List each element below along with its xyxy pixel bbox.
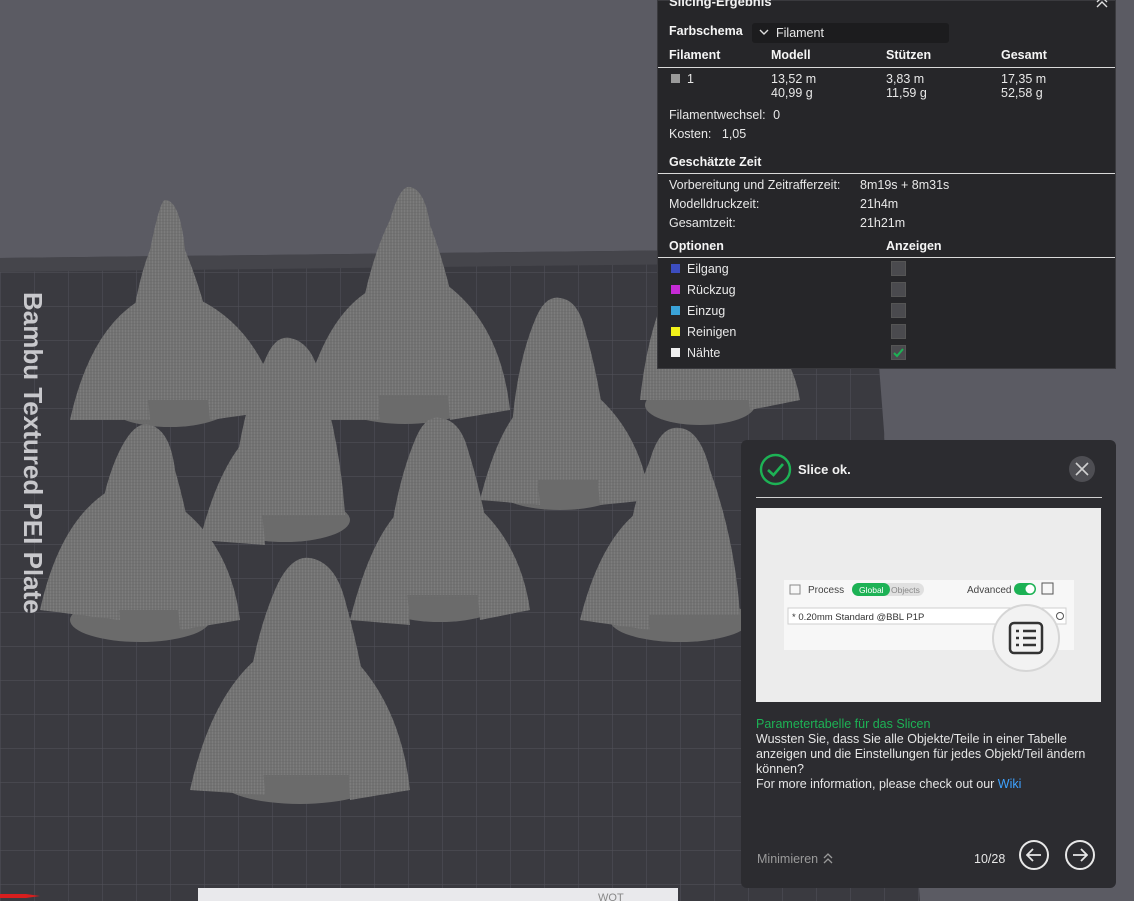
slicing-result-panel: Slicing-Ergebnis Farbschema Filament Fil… <box>657 0 1116 369</box>
cost-label: Kosten: <box>669 127 712 141</box>
show-unretract-checkbox[interactable] <box>891 303 906 318</box>
model-weight: 40,99 g <box>771 86 813 100</box>
retract-color-swatch <box>671 285 680 294</box>
filament-id: 1 <box>687 72 694 86</box>
tip-body: Wussten Sie, dass Sie alle Objekte/Teile… <box>756 732 1086 776</box>
minimize-button[interactable]: Minimieren <box>757 852 834 866</box>
more-info-text: For more information, please check out o… <box>756 777 995 791</box>
time-header: Geschätzte Zeit <box>669 155 762 169</box>
option-label: Einzug <box>687 304 726 318</box>
advanced-label: Advanced <box>967 585 1011 596</box>
panel-header: Slicing-Ergebnis <box>658 0 1115 18</box>
plate-label: Bambu Textured PEI Plate <box>18 292 48 614</box>
color-scheme-dropdown[interactable]: Filament <box>752 23 949 43</box>
seams-color-swatch <box>671 348 680 357</box>
preset-text: * 0.20mm Standard @BBL P1P <box>792 612 924 623</box>
divider <box>658 173 1115 174</box>
notification-title: Slice ok. <box>798 462 851 477</box>
model-usage: 13,52 m 40,99 g <box>771 72 816 100</box>
show-wipe-checkbox[interactable] <box>891 324 906 339</box>
support-usage: 3,83 m 11,59 g <box>886 72 927 100</box>
filament-changes-value: 0 <box>773 108 781 122</box>
option-seams: Nähte <box>671 346 720 360</box>
header-total: Gesamt <box>1001 48 1047 62</box>
total-length: 17,35 m <box>1001 72 1047 86</box>
global-label: Global <box>859 585 884 595</box>
option-label: Nähte <box>687 346 721 360</box>
checkmark-icon <box>893 348 904 358</box>
show-retract-checkbox[interactable] <box>891 282 906 297</box>
model-time-value: 21h4m <box>860 197 899 211</box>
panel-title: Slicing-Ergebnis <box>669 0 772 9</box>
option-wipe: Reinigen <box>671 325 736 339</box>
more-info: For more information, please check out o… <box>756 777 1101 792</box>
total-weight: 52,58 g <box>1001 86 1043 100</box>
color-scheme-value: Filament <box>776 26 824 40</box>
header-model: Modell <box>771 48 811 62</box>
option-unretract: Einzug <box>671 304 725 318</box>
bottom-toolbar-text: WOT <box>598 892 624 901</box>
previous-tip-button[interactable] <box>1019 840 1049 870</box>
tip-image: Process Global Objects Advanced * 0.20mm… <box>756 508 1101 702</box>
filament-changes-label: Filamentwechsel: <box>669 108 766 122</box>
support-length: 3,83 m <box>886 72 925 86</box>
option-travel: Eilgang <box>671 262 729 276</box>
double-chevron-up-icon <box>823 853 833 864</box>
close-icon <box>1075 462 1089 476</box>
minimize-label: Minimieren <box>757 852 819 866</box>
cost-value: 1,05 <box>721 127 747 141</box>
wipe-color-swatch <box>671 327 680 336</box>
total-time-value: 21h21m <box>860 216 906 230</box>
close-button[interactable] <box>1069 456 1095 482</box>
show-travel-checkbox[interactable] <box>891 261 906 276</box>
process-label: Process <box>808 585 844 596</box>
support-weight: 11,59 g <box>886 86 927 100</box>
arrow-right-icon <box>1073 848 1088 862</box>
tip-title-link[interactable]: Parametertabelle für das Slicen <box>756 717 930 731</box>
slice-notification: Slice ok. Process Global Objects Advance… <box>741 440 1116 888</box>
show-header: Anzeigen <box>886 239 942 253</box>
show-seams-checkbox[interactable] <box>891 345 906 360</box>
model-time-label: Modelldruckzeit: <box>669 197 760 211</box>
wiki-link[interactable]: Wiki <box>998 777 1022 791</box>
option-label: Eilgang <box>687 262 729 276</box>
options-header: Optionen <box>669 239 724 253</box>
model-length: 13,52 m <box>771 72 817 86</box>
travel-color-swatch <box>671 264 680 273</box>
divider <box>658 67 1115 68</box>
unretract-color-swatch <box>671 306 680 315</box>
success-check-icon <box>759 453 792 486</box>
header-supports: Stützen <box>886 48 932 62</box>
prep-time-value: 8m19s + 8m31s <box>860 178 950 192</box>
divider <box>658 257 1115 258</box>
cost: Kosten: 1,05 <box>669 127 746 141</box>
arrow-left-icon <box>1026 848 1041 862</box>
header-filament: Filament <box>669 48 721 62</box>
option-retract: Rückzug <box>671 283 736 297</box>
list-icon <box>992 604 1060 672</box>
color-scheme-label: Farbschema <box>669 24 743 38</box>
filament-color-swatch <box>671 74 680 83</box>
total-usage: 17,35 m 52,58 g <box>1001 72 1046 100</box>
prep-time-label: Vorbereitung und Zeitrafferzeit: <box>669 178 841 192</box>
divider <box>756 497 1102 498</box>
filament-id-cell: 1 <box>671 72 694 86</box>
option-label: Reinigen <box>687 325 737 339</box>
next-tip-button[interactable] <box>1065 840 1095 870</box>
collapse-icon[interactable] <box>1095 0 1109 8</box>
objects-label: Objects <box>891 585 920 595</box>
page-indicator: 10/28 <box>974 852 1006 866</box>
option-label: Rückzug <box>687 283 736 297</box>
total-time-label: Gesamtzeit: <box>669 216 736 230</box>
filament-changes: Filamentwechsel: 0 <box>669 108 780 122</box>
chevron-down-icon <box>759 29 769 35</box>
